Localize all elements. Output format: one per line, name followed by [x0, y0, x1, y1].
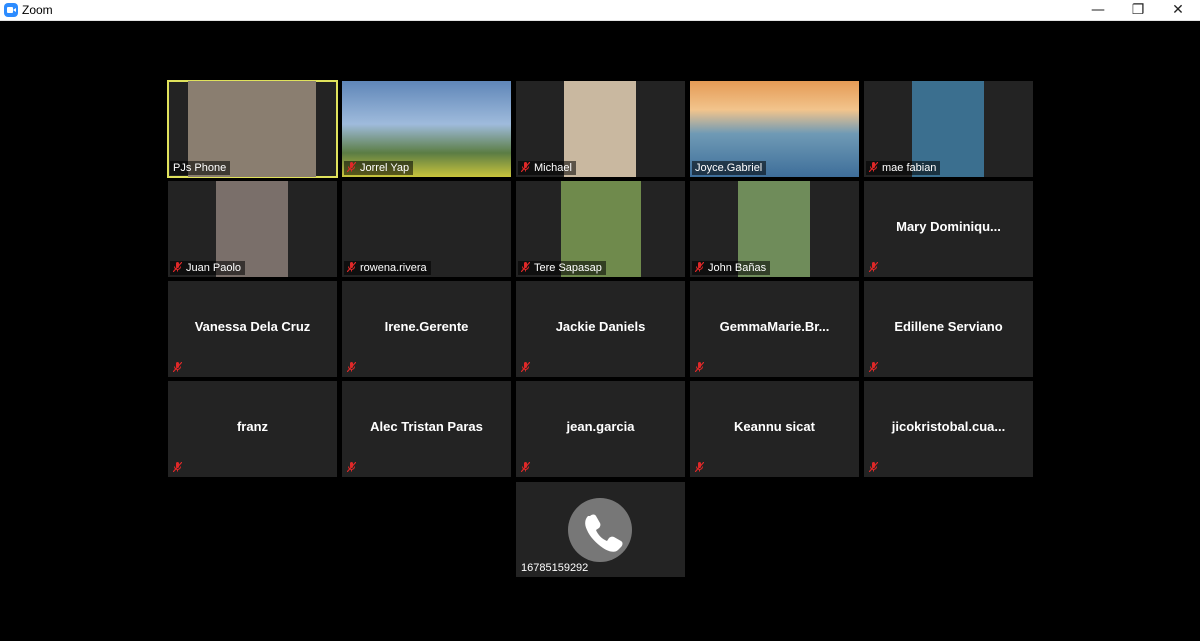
muted-mic-icon — [869, 462, 882, 474]
participant-name-label: mae fabian — [882, 162, 937, 174]
participant-name-label: PJs Phone — [173, 162, 227, 174]
participant-tile[interactable]: franz — [168, 381, 337, 477]
muted-mic-icon — [173, 262, 186, 274]
participant-tile[interactable]: jicokristobal.cua... — [864, 381, 1033, 477]
phone-participant-tile[interactable]: 16785159292 — [516, 482, 685, 577]
title-bar: Zoom — ❐ ✕ — [0, 0, 1200, 21]
participant-name: GemmaMarie.Br... — [719, 319, 830, 334]
restore-button[interactable]: ❐ — [1116, 0, 1160, 20]
participant-nameplate — [866, 261, 886, 275]
phone-number-label: 16785159292 — [521, 562, 589, 574]
muted-mic-icon — [347, 262, 360, 274]
participant-tile[interactable]: Juan Paolo — [168, 181, 337, 277]
muted-mic-icon — [869, 362, 882, 374]
participant-tile[interactable]: Jorrel Yap — [342, 81, 511, 177]
participant-nameplate — [866, 461, 886, 475]
participant-nameplate — [518, 361, 538, 375]
participant-tile[interactable]: rowena.rivera — [342, 181, 511, 277]
zoom-app-icon — [4, 3, 18, 17]
participant-tile[interactable]: mae fabian — [864, 81, 1033, 177]
participant-name-label: Joyce.Gabriel — [695, 162, 763, 174]
muted-mic-icon — [173, 462, 186, 474]
muted-mic-icon — [869, 262, 882, 274]
participant-tile[interactable]: Joyce.Gabriel — [690, 81, 859, 177]
participant-nameplate — [866, 361, 886, 375]
participant-tile[interactable]: Tere Sapasap — [516, 181, 685, 277]
participant-tile[interactable]: Jackie Daniels — [516, 281, 685, 377]
close-button[interactable]: ✕ — [1156, 0, 1200, 20]
muted-mic-icon — [347, 462, 360, 474]
participant-nameplate — [170, 361, 190, 375]
participant-nameplate — [344, 361, 364, 375]
participant-tile[interactable]: GemmaMarie.Br... — [690, 281, 859, 377]
participant-name-label: John Bañas — [708, 262, 767, 274]
participant-name-label: rowena.rivera — [360, 262, 427, 274]
participant-tile[interactable]: Keannu sicat — [690, 381, 859, 477]
muted-mic-icon — [347, 362, 360, 374]
participant-nameplate — [518, 461, 538, 475]
participant-nameplate: John Bañas — [692, 261, 771, 275]
participant-nameplate: mae fabian — [866, 161, 941, 175]
participant-name: jean.garcia — [566, 419, 635, 434]
muted-mic-icon — [695, 462, 708, 474]
participant-tile[interactable]: Mary Dominiqu... — [864, 181, 1033, 277]
participant-nameplate: rowena.rivera — [344, 261, 431, 275]
muted-mic-icon — [695, 362, 708, 374]
participant-tile[interactable]: John Bañas — [690, 181, 859, 277]
participant-name: Irene.Gerente — [384, 319, 469, 334]
participant-name: Mary Dominiqu... — [896, 219, 1001, 234]
muted-mic-icon — [521, 162, 534, 174]
participant-name-label: Michael — [534, 162, 572, 174]
participant-name: Vanessa Dela Cruz — [194, 319, 311, 334]
participant-name: franz — [236, 419, 269, 434]
participant-name: Alec Tristan Paras — [370, 419, 483, 434]
participant-nameplate — [344, 461, 364, 475]
phone-icon — [568, 498, 632, 562]
participant-nameplate — [170, 461, 190, 475]
participant-name-label: Tere Sapasap — [534, 262, 602, 274]
participant-nameplate: Juan Paolo — [170, 261, 246, 275]
participant-nameplate — [692, 461, 712, 475]
muted-mic-icon — [869, 162, 882, 174]
muted-mic-icon — [521, 462, 534, 474]
participant-nameplate: Jorrel Yap — [344, 161, 414, 175]
muted-mic-icon — [173, 362, 186, 374]
participant-tile[interactable]: Vanessa Dela Cruz — [168, 281, 337, 377]
participant-nameplate: Tere Sapasap — [518, 261, 606, 275]
muted-mic-icon — [695, 262, 708, 274]
participant-nameplate — [692, 361, 712, 375]
window-title: Zoom — [22, 3, 53, 17]
participant-tile[interactable]: PJs Phone — [167, 80, 338, 178]
participant-name: Jackie Daniels — [555, 319, 646, 334]
participant-name: jicokristobal.cua... — [891, 419, 1006, 434]
muted-mic-icon — [347, 162, 360, 174]
muted-mic-icon — [521, 262, 534, 274]
participant-nameplate: Joyce.Gabriel — [692, 161, 767, 175]
participant-tile[interactable]: Alec Tristan Paras — [342, 381, 511, 477]
participant-name-label: Jorrel Yap — [360, 162, 410, 174]
participant-name: Edillene Serviano — [894, 319, 1003, 334]
participant-tile[interactable]: jean.garcia — [516, 381, 685, 477]
participant-nameplate: Michael — [518, 161, 576, 175]
muted-mic-icon — [521, 362, 534, 374]
participant-tile[interactable]: Edillene Serviano — [864, 281, 1033, 377]
participant-name-label: Juan Paolo — [186, 262, 242, 274]
minimize-button[interactable]: — — [1076, 0, 1120, 20]
participant-tile[interactable]: Irene.Gerente — [342, 281, 511, 377]
participant-nameplate: PJs Phone — [170, 161, 231, 175]
participant-tile[interactable]: Michael — [516, 81, 685, 177]
participant-name: Keannu sicat — [734, 419, 815, 434]
